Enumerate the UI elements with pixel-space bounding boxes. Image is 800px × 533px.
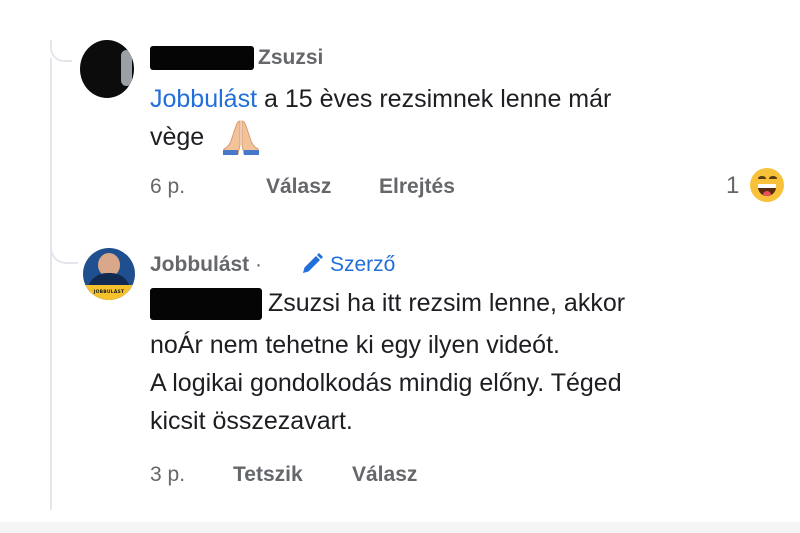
comment-time[interactable]: 3 p. xyxy=(150,462,185,488)
redaction-bar xyxy=(150,46,254,70)
avatar[interactable] xyxy=(80,40,134,98)
comment-text-line: vège xyxy=(150,123,205,151)
laughing-emoji-icon[interactable] xyxy=(750,168,784,202)
reply-button[interactable]: Válasz xyxy=(266,174,331,200)
reply-button[interactable]: Válasz xyxy=(352,462,417,488)
author-badge: Szerző xyxy=(330,253,396,276)
comment-time[interactable]: 6 p. xyxy=(150,174,185,200)
comment-header: Jobbulást · xyxy=(150,252,262,278)
comment-text: Zsuzsi ha itt rezsim lenne, akkor xyxy=(268,289,626,317)
avatar-badge: JOBBULÁST xyxy=(83,285,135,300)
like-button[interactable]: Tetszik xyxy=(233,462,303,488)
divider xyxy=(0,522,800,533)
comment-text-line: A logikai gondolkodás mindig előny. Tége… xyxy=(150,369,622,397)
pen-icon xyxy=(303,253,323,273)
comment-author[interactable]: Zsuzsi xyxy=(258,45,323,71)
comment-text-line: noÁr nem tehetne ki egy ilyen videót. xyxy=(150,331,560,359)
comment-author[interactable]: Jobbulást xyxy=(150,253,249,276)
thread-connector xyxy=(50,238,78,264)
folded-hands-emoji xyxy=(223,120,259,155)
thread-line xyxy=(50,58,52,510)
redaction-bar xyxy=(150,288,262,320)
hide-button[interactable]: Elrejtés xyxy=(379,174,455,200)
mention-link[interactable]: Jobbulást xyxy=(150,85,257,113)
comment-text: Jobbulást a 15 èves rezsimnek lenne már xyxy=(150,85,612,113)
reaction-count[interactable]: 1 xyxy=(726,172,739,200)
comment-text-line: kicsit összezavart. xyxy=(150,407,353,435)
avatar[interactable]: JOBBULÁST xyxy=(83,248,135,300)
thread-connector-top xyxy=(50,40,72,62)
separator-dot: · xyxy=(255,253,263,276)
